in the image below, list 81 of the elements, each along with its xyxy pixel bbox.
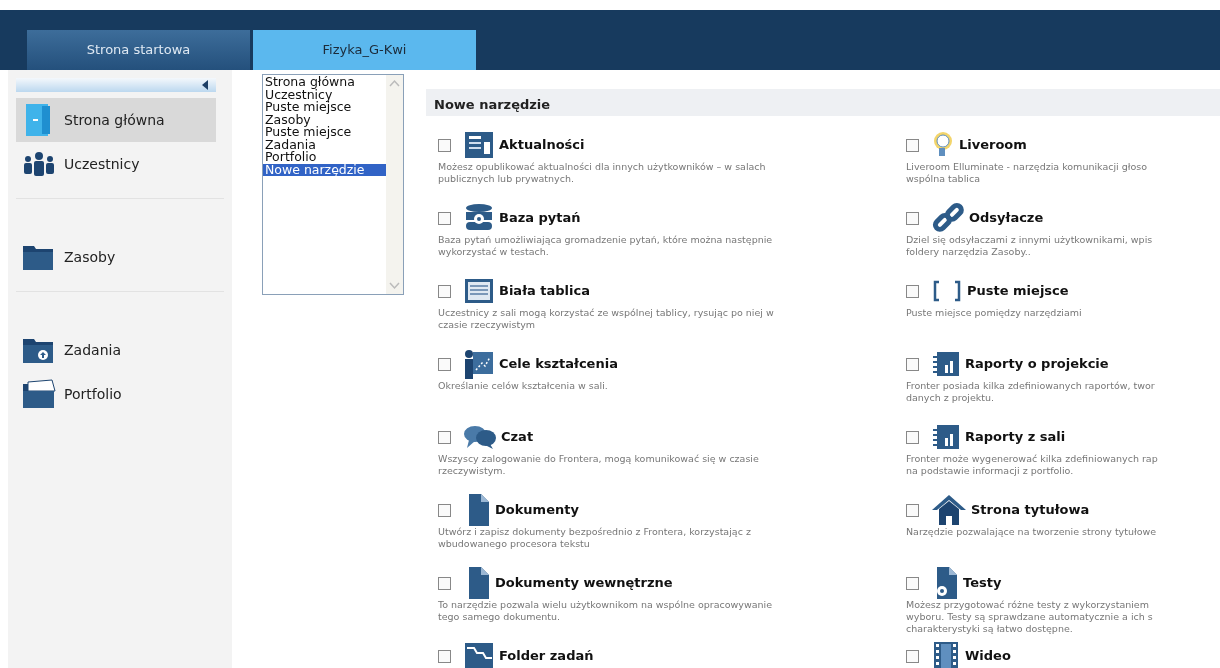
tab[interactable]: Strona startowa	[27, 30, 250, 70]
checkbox[interactable]	[438, 357, 451, 371]
tool-name[interactable]: Strona tytułowa	[971, 500, 1090, 520]
tool-name[interactable]: Wideo	[965, 646, 1011, 666]
folder-icon	[22, 243, 56, 271]
tool-name[interactable]: Biała tablica	[499, 281, 590, 301]
checkbox[interactable]	[438, 649, 451, 663]
chat-icon	[463, 424, 497, 450]
checkbox[interactable]	[906, 211, 919, 225]
tool-name[interactable]: Folder zadań	[499, 646, 594, 666]
tool-name[interactable]: Czat	[501, 427, 534, 447]
checkbox[interactable]	[438, 503, 451, 517]
listbox-option[interactable]: Nowe narzędzie	[263, 163, 386, 176]
tool-name[interactable]: Dokumenty wewnętrzne	[495, 573, 673, 593]
tool-name[interactable]: Raporty z sali	[965, 427, 1066, 447]
caret-icon	[202, 80, 208, 90]
tool-name[interactable]: Aktualności	[499, 135, 585, 155]
person-chart-icon	[463, 348, 495, 380]
sidebar-item[interactable]: Zadania	[16, 328, 216, 372]
tool-name[interactable]: Raporty o projekcie	[965, 354, 1109, 374]
panel-header: Nowe narzędzie	[426, 89, 1220, 116]
listbox-option[interactable]: Puste miejsce	[263, 101, 386, 114]
tool-description: Fronter posiada kilka zdefiniowanych raportów, twor danych z projektu.	[906, 380, 1156, 404]
checkbox[interactable]	[438, 576, 451, 590]
database-icon	[463, 203, 495, 233]
house-icon	[931, 494, 967, 526]
tool-description: Utwórz i zapisz dokumenty bezpośrednio z Frontera, korzystając z wbudowanego procesora tekstu	[438, 526, 752, 550]
tool-description: Baza pytań umożliwiająca gromadzenie pytań, które można następnie wykorzystać w testach.	[438, 234, 774, 258]
tool-description: Narzędzie pozwalające na tworzenie strony tytułowe	[906, 526, 1158, 538]
tool-description: Możesz opublikować aktualności dla innych użytkowników – w salach publicznych lub prywatnych.	[438, 161, 767, 185]
newspaper-icon	[463, 131, 495, 159]
checkbox[interactable]	[906, 357, 919, 371]
tool-name[interactable]: Cele kształcenia	[499, 354, 618, 374]
checkbox[interactable]	[906, 138, 919, 152]
bracket-icon	[931, 280, 963, 302]
checkbox[interactable]	[906, 503, 919, 517]
listbox-option[interactable]: Strona główna	[263, 76, 386, 89]
listbox-option[interactable]: Zasoby	[263, 113, 386, 126]
tool-description: To narzędzie pozwala wielu użytkownikom na wspólne opracowywanie tego samego dokumentu.	[438, 599, 773, 623]
tool-description: Fronter może wygenerować kilka zdefiniowanych rap na podstawie informacji z portfolio.	[906, 453, 1159, 477]
checkbox[interactable]	[906, 284, 919, 298]
checkbox[interactable]	[906, 649, 919, 663]
tool-description: Dziel się odsyłaczami z innymi użytkownikami, wpis foldery narzędzia Zasoby..	[906, 234, 1154, 258]
tool-description: Liveroom Elluminate - narzędzia komunikacji głoso wspólna tablica	[906, 161, 1149, 185]
tool-name[interactable]: Baza pytań	[499, 208, 581, 228]
sidebar-item[interactable]: Portfolio	[16, 372, 216, 416]
folder-icon	[22, 379, 56, 409]
checkbox[interactable]	[438, 284, 451, 298]
sidebar-item[interactable]: Zasoby	[16, 235, 216, 279]
whiteboard-icon	[463, 278, 495, 304]
tool-name[interactable]: Odsyłacze	[969, 208, 1044, 228]
listbox-option[interactable]: Zadania	[263, 138, 386, 151]
report-icon	[931, 424, 961, 450]
checkbox[interactable]	[906, 430, 919, 444]
sidebar-item[interactable]: Uczestnicy	[16, 142, 216, 186]
tool-description: Wszyscy zalogowanie do Frontera, mogą komunikować się w czasie rzeczywistym.	[438, 453, 760, 477]
listbox-option[interactable]: Portfolio	[263, 151, 386, 164]
checkbox[interactable]	[906, 576, 919, 590]
checkbox[interactable]	[438, 430, 451, 444]
upload-folder-icon	[22, 336, 56, 364]
listbox-option[interactable]: Uczestnicy	[263, 88, 386, 101]
tool-name[interactable]: Puste miejsce	[967, 281, 1069, 301]
chart-icon	[463, 642, 495, 668]
lightbulb-icon	[931, 131, 955, 159]
report-icon	[931, 351, 961, 377]
tool-name[interactable]: Dokumenty	[495, 500, 579, 520]
checkbox[interactable]	[438, 211, 451, 225]
checkbox[interactable]	[438, 138, 451, 152]
tool-name[interactable]: Liveroom	[959, 135, 1027, 155]
tool-name[interactable]: Testy	[963, 573, 1002, 593]
tool-description: Uczestnicy z sali mogą korzystać ze wspólnej tablicy, rysując po niej w czasie rzeczywistym	[438, 307, 775, 331]
sidebar-item[interactable]: Strona główna	[16, 98, 216, 142]
people-icon	[22, 152, 56, 176]
tool-description: Możesz przygotować różne testy z wykorzystaniem wyboru. Testy są sprawdzane automatycznie a ich s charakterystyki są łatwo dostępne.	[906, 599, 1154, 635]
tool-description: Określanie celów kształcenia w sali.	[438, 380, 609, 392]
film-icon	[931, 641, 961, 668]
link-icon	[931, 202, 965, 234]
tab[interactable]: Fizyka_G-Kwi	[253, 30, 476, 70]
tool-description: Puste miejsce pomiędzy narzędziami	[906, 307, 1083, 319]
listbox[interactable]: Strona główna Uczestnicy Puste miejsce Zasoby Puste miejsce Zadania Portfolio Nowe narzędzie	[262, 74, 404, 295]
listbox-option[interactable]: Puste miejsce	[263, 126, 386, 139]
